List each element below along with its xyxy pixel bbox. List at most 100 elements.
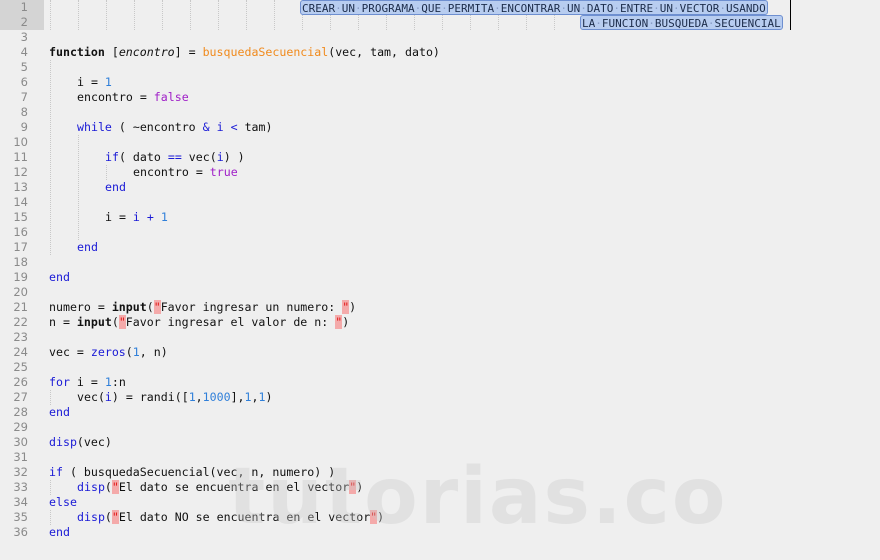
line-number: 22	[13, 315, 28, 329]
line-number: 6	[20, 75, 28, 89]
indent-guide	[50, 480, 51, 495]
code-text: (vec, tam, dato)	[328, 45, 440, 59]
indent-guide	[106, 165, 107, 180]
line-number: 21	[13, 300, 28, 314]
number-literal: 1	[104, 75, 112, 89]
comment-word: QUE	[421, 2, 442, 15]
code-editor[interactable]: 1 2 3 4 5 6 7 8 9 10 11 12 13 14 15 16 17 18 19 20 21 22 23 24 2…	[0, 0, 880, 560]
indent-guide	[50, 390, 51, 405]
code-line-22[interactable]: n = input("Favor ingresar el valor de n:…	[49, 315, 349, 330]
code-text: vec =	[49, 345, 91, 359]
code-line-15[interactable]: i = i + 1	[105, 210, 168, 225]
comment-word: PERMITA	[447, 2, 495, 15]
code-text: ( dato	[118, 150, 168, 164]
whitespace-marker: ·	[441, 2, 448, 15]
line-number: 23	[13, 330, 28, 344]
code-line-7[interactable]: encontro = false	[77, 90, 189, 105]
code-text: ],	[230, 390, 245, 404]
code-line-36[interactable]: end	[49, 525, 70, 540]
line-number: 26	[13, 375, 28, 389]
code-line-28[interactable]: end	[49, 405, 70, 420]
line-number: 31	[13, 450, 28, 464]
whitespace-marker: ·	[560, 2, 567, 15]
code-text: ) )	[223, 150, 245, 164]
line-number: 13	[13, 180, 28, 194]
comment-word: SECUENCIAL	[714, 17, 781, 30]
comment-word: DATO	[586, 2, 614, 15]
index-variable: i	[216, 150, 224, 164]
code-text: ( busquedaSecuencial(vec, n, numero) )	[62, 465, 336, 479]
code-line-6[interactable]: i = 1	[77, 75, 112, 90]
number-literal: 1000	[202, 390, 231, 404]
code-line-21[interactable]: numero = input("Favor ingresar un numero…	[49, 300, 356, 315]
keyword-function: function	[49, 45, 105, 59]
code-line-26[interactable]: for i = 1:n	[49, 375, 126, 390]
whitespace-marker: ·	[653, 2, 660, 15]
code-line-30[interactable]: disp(vec)	[49, 435, 112, 450]
code-line-34[interactable]: else	[49, 495, 77, 510]
comment-word: BUSQUEDA	[654, 17, 708, 30]
code-text: n =	[49, 315, 77, 329]
line-number-gutter: 1 2 3 4 5 6 7 8 9 10 11 12 13 14 15 16 17 18 19 20 21 22 23 24 2…	[0, 0, 44, 560]
line-number: 17	[13, 240, 28, 254]
comment-word: ENTRE	[619, 2, 654, 15]
line-number: 29	[13, 420, 28, 434]
code-line-12[interactable]: encontro = true	[133, 165, 238, 180]
whitespace-marker: ·	[648, 17, 655, 30]
comment-word: USANDO	[725, 2, 766, 15]
whitespace-marker: ·	[335, 2, 342, 15]
operator-eq: ==	[167, 150, 182, 164]
line-number: 30	[13, 435, 28, 449]
line-number: 28	[13, 405, 28, 419]
code-line-9[interactable]: while ( ~encontro & i < tam)	[77, 120, 272, 135]
line-number: 25	[13, 360, 28, 374]
indent-guide	[218, 0, 219, 30]
comment-word: PROGRAMA	[361, 2, 415, 15]
indent-guide	[246, 0, 247, 30]
builtin-input: input	[111, 300, 147, 314]
code-text: encontro =	[77, 90, 154, 104]
header-comment-line-1[interactable]: CREAR·UN·PROGRAMA·QUE·PERMITA·ENCONTRAR·…	[300, 0, 768, 15]
whitespace-marker: ·	[355, 2, 362, 15]
header-comment-line-2[interactable]: LA·FUNCION·BUSQUEDA·SECUENCIAL	[580, 15, 783, 30]
code-line-32[interactable]: if ( busquedaSecuencial(vec, n, numero) …	[49, 465, 335, 480]
code-text: :n	[111, 375, 126, 389]
code-text: i =	[69, 375, 105, 389]
line-number: 32	[13, 465, 28, 479]
text-cursor	[790, 0, 791, 15]
code-line-27[interactable]: vec(i) = randi([1,1000],1,1)	[77, 390, 272, 405]
code-text: ( ~encontro	[111, 120, 203, 134]
line-number: 35	[13, 510, 28, 524]
whitespace-marker: ·	[580, 2, 587, 15]
line-number: 19	[13, 270, 28, 284]
indent-guide	[190, 0, 191, 30]
code-line-13[interactable]: end	[105, 180, 126, 195]
comment-word: UN	[566, 2, 581, 15]
comment-word: LA	[582, 17, 596, 30]
boolean-literal: true	[209, 165, 238, 179]
line-number: 20	[13, 285, 28, 299]
code-text: vec(	[181, 150, 217, 164]
number-literal: 1	[160, 210, 168, 224]
line-number: 34	[13, 495, 28, 509]
indent-guide	[358, 15, 359, 30]
whitespace-marker: ·	[494, 2, 501, 15]
code-text: numero =	[49, 300, 112, 314]
whitespace-marker: ·	[595, 17, 602, 30]
code-text: (	[125, 345, 133, 359]
code-line-17[interactable]: end	[77, 240, 98, 255]
code-line-11[interactable]: if( dato == vec(i) )	[105, 150, 245, 165]
string-literal: El dato se encuentra en el vector	[118, 480, 350, 494]
indent-guide	[470, 15, 471, 30]
code-line-35[interactable]: disp("El dato NO se encuentra en el vect…	[77, 510, 384, 525]
indent-guide	[554, 15, 555, 30]
indent-guide	[134, 0, 135, 30]
code-text: ) = randi([	[111, 390, 189, 404]
code-line-33[interactable]: disp("El dato se encuentra en el vector"…	[77, 480, 363, 495]
code-line-19[interactable]: end	[49, 270, 70, 285]
code-text: ] =	[174, 45, 203, 59]
code-line-4[interactable]: function [encontro] = busquedaSecuencial…	[49, 45, 440, 60]
function-name: busquedaSecuencial	[202, 45, 329, 59]
code-line-24[interactable]: vec = zeros(1, n)	[49, 345, 168, 360]
